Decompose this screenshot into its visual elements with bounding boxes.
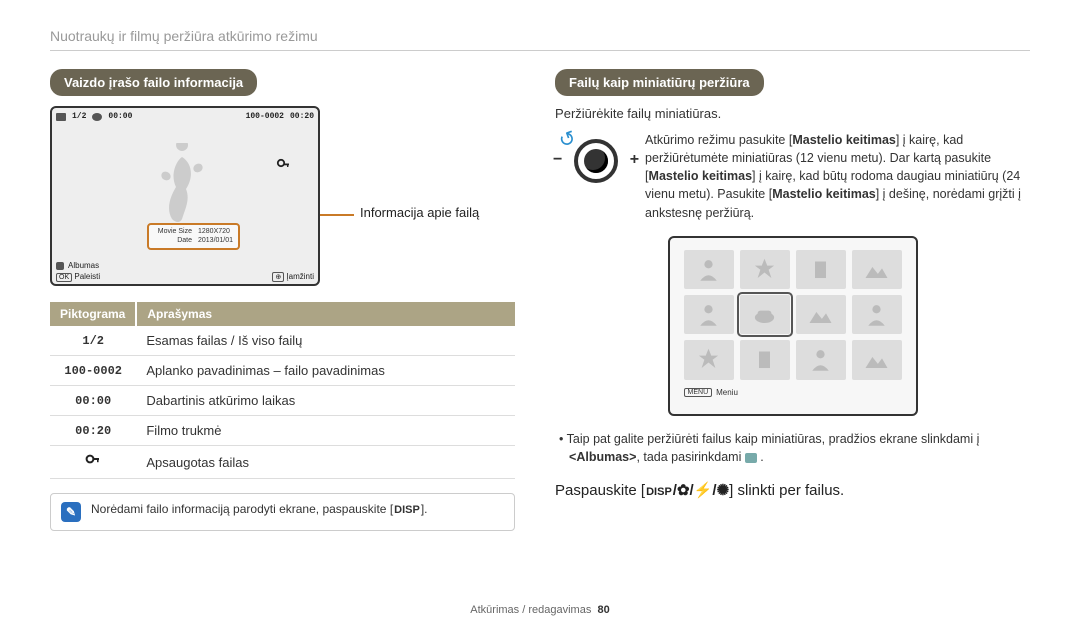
callout-label: Informacija apie failą — [360, 205, 479, 220]
menu-label: Meniu — [716, 388, 738, 397]
page-title: Nuotraukų ir filmų peržiūra atkūrimo rež… — [50, 28, 1030, 44]
thumbnail — [684, 250, 734, 289]
flash-icon: ⚡ — [694, 482, 713, 499]
divider — [50, 50, 1030, 51]
icon-description-table: Piktograma Aprašymas 1/2 Esamas failas /… — [50, 302, 515, 479]
right-section-heading: Failų kaip miniatiūrų peržiūra — [555, 69, 764, 96]
note-icon: ✎ — [61, 502, 81, 522]
album-icon — [745, 453, 757, 463]
fileid-value: 100-0002 — [246, 112, 284, 121]
callout-line — [320, 214, 354, 216]
bullet-note: • Taip pat galite peržiūrėti failus kaip… — [555, 430, 1030, 468]
video-info-screen: 1/2 00:00 100-0002 00:20 Movie S — [50, 106, 320, 286]
elapsed-value: 00:00 — [108, 112, 132, 121]
play-icon — [92, 113, 102, 121]
album-label: Albumas — [68, 261, 99, 270]
thumbnail — [796, 340, 846, 379]
table-row: 00:20 Filmo trukmė — [50, 416, 515, 446]
key-lock-icon — [85, 457, 101, 471]
left-section-heading: Vaizdo įrašo failo informacija — [50, 69, 257, 96]
table-header-icon: Piktograma — [50, 302, 136, 326]
zoom-dial: ↺ − + — [555, 131, 637, 191]
table-row: 00:00 Dabartinis atkūrimo laikas — [50, 386, 515, 416]
thumbnail — [852, 250, 902, 289]
dancer-silhouette — [157, 143, 207, 233]
lock-icon — [276, 158, 290, 175]
thumbnail — [740, 340, 790, 379]
capture-label: Įamžinti — [286, 272, 314, 281]
album-icon — [56, 262, 64, 270]
table-row: 100-0002 Aplanko pavadinimas – failo pav… — [50, 356, 515, 386]
thumbnail-screen: MENU Meniu — [668, 236, 918, 416]
thumbnail — [852, 295, 902, 334]
table-row: Apsaugotas failas — [50, 446, 515, 479]
duration-value: 00:20 — [290, 112, 314, 121]
movie-icon — [56, 113, 66, 121]
thumbnail — [796, 250, 846, 289]
table-header-desc: Aprašymas — [136, 302, 515, 326]
right-intro: Peržiūrėkite failų miniatiūras. — [555, 106, 1030, 121]
capture-icon: ⊕ — [272, 272, 284, 282]
thumbnail — [852, 340, 902, 379]
macro-icon: ✿ — [677, 482, 690, 499]
file-info-box: Movie Size1280X720 Date2013/01/01 — [147, 223, 240, 250]
page-footer: Atkūrimas / redagavimas 80 — [0, 604, 1080, 616]
menu-button-label: MENU — [684, 388, 713, 397]
thumbnail — [684, 340, 734, 379]
counter-value: 1/2 — [72, 112, 86, 121]
thumbnail — [796, 295, 846, 334]
thumbnail-selected — [740, 295, 790, 334]
navigation-instruction: Paspauskite [DISP/✿/⚡/✺] slinkti per fai… — [555, 481, 1030, 499]
thumbnail — [740, 250, 790, 289]
disp-key: DISP — [393, 504, 421, 516]
zoom-plus: + — [630, 151, 639, 169]
zoom-instructions: Atkūrimo režimu pasukite [Mastelio keiti… — [645, 131, 1030, 222]
table-row: 1/2 Esamas failas / Iš viso failų — [50, 326, 515, 356]
ok-button-label: OK — [56, 273, 72, 282]
play-label: Paleisti — [74, 272, 100, 281]
thumbnail — [684, 295, 734, 334]
note-box: ✎ Norėdami failo informaciją parodyti ek… — [50, 493, 515, 531]
zoom-minus: − — [553, 151, 562, 169]
timer-icon: ✺ — [717, 482, 730, 499]
disp-key: DISP — [645, 486, 673, 498]
